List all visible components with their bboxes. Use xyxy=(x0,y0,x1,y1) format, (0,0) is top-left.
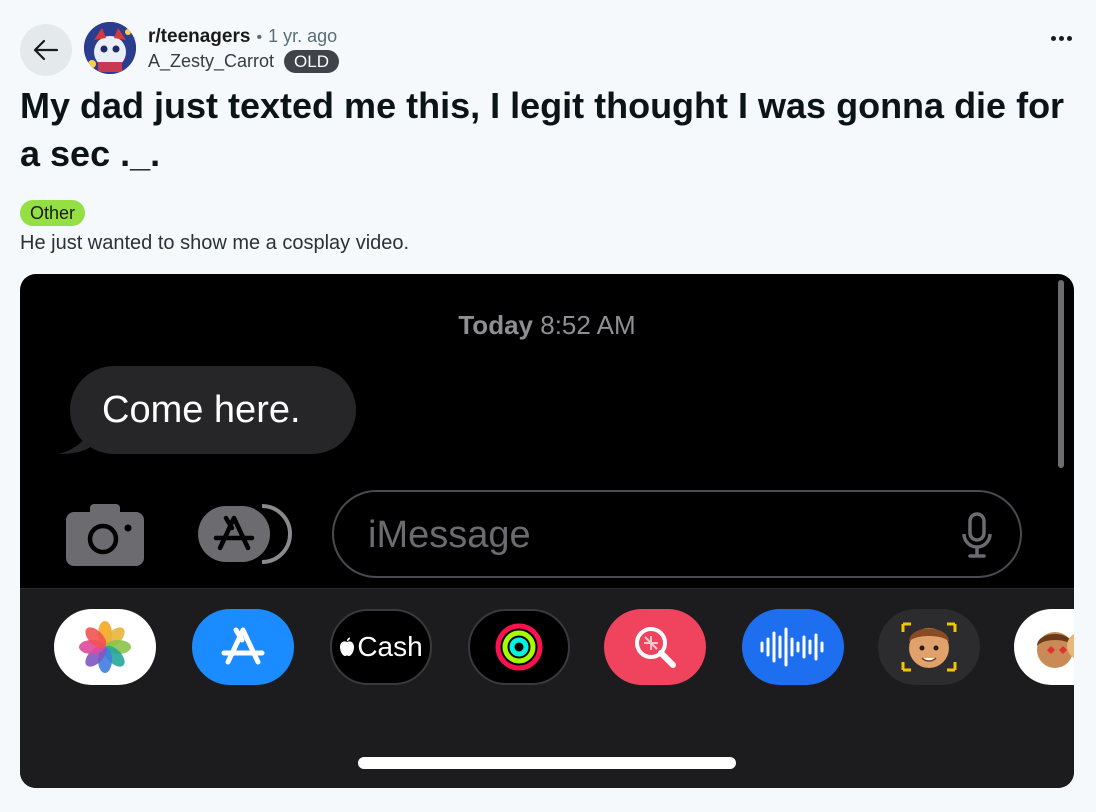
arrow-left-icon xyxy=(33,39,59,61)
post-flair[interactable]: Other xyxy=(20,200,86,226)
author-username[interactable]: A_Zesty_Carrot xyxy=(148,51,274,72)
imessage-input[interactable]: iMessage xyxy=(332,490,1022,578)
microphone-icon[interactable] xyxy=(962,512,992,558)
memoji-stickers-icon[interactable] xyxy=(1014,609,1074,685)
more-horizontal-icon xyxy=(1051,36,1056,41)
post-body: He just wanted to show me a cosplay vide… xyxy=(20,232,410,254)
back-button[interactable] xyxy=(20,24,72,76)
received-message-bubble: Come here. xyxy=(70,366,356,454)
message-timestamp: Today 8:52 AM xyxy=(20,310,1074,341)
memoji-icon[interactable] xyxy=(878,609,980,685)
post-meta-line: r/teenagers • 1 yr. ago xyxy=(148,26,337,48)
apple-cash-icon[interactable]: Cash xyxy=(330,609,432,685)
old-badge: OLD xyxy=(284,50,340,73)
post-title: My dad just texted me this, I legit thou… xyxy=(20,85,1065,174)
post-age: 1 yr. ago xyxy=(268,26,338,46)
photos-icon[interactable] xyxy=(54,609,156,685)
imessage-placeholder: iMessage xyxy=(368,514,531,556)
app-tray: Cash xyxy=(20,588,1074,788)
subreddit-avatar[interactable] xyxy=(84,22,136,74)
activity-rings-icon[interactable] xyxy=(468,609,570,685)
subreddit-link[interactable]: r/teenagers xyxy=(148,26,250,48)
scroll-indicator xyxy=(1058,280,1064,468)
post-page: r/teenagers • 1 yr. ago A_Zesty_Carrot O… xyxy=(0,0,1096,812)
app-store-icon xyxy=(198,504,292,564)
more-options-button[interactable] xyxy=(1051,36,1072,41)
meta-separator: • xyxy=(256,29,263,46)
camera-icon xyxy=(66,504,144,566)
subreddit-avatar-image xyxy=(84,22,136,74)
home-indicator xyxy=(358,757,736,769)
author-line: A_Zesty_Carrot OLD xyxy=(148,50,340,73)
audio-message-icon[interactable] xyxy=(742,609,844,685)
timestamp-day: Today xyxy=(458,310,533,340)
cash-label: Cash xyxy=(357,631,423,662)
timestamp-time: 8:52 AM xyxy=(540,310,636,340)
app-store-tray-icon[interactable] xyxy=(192,609,294,685)
image-search-icon[interactable] xyxy=(604,609,706,685)
apple-logo-icon xyxy=(340,637,355,656)
post-image[interactable]: Today 8:52 AM Come here. iMessage Cash xyxy=(20,274,1074,788)
